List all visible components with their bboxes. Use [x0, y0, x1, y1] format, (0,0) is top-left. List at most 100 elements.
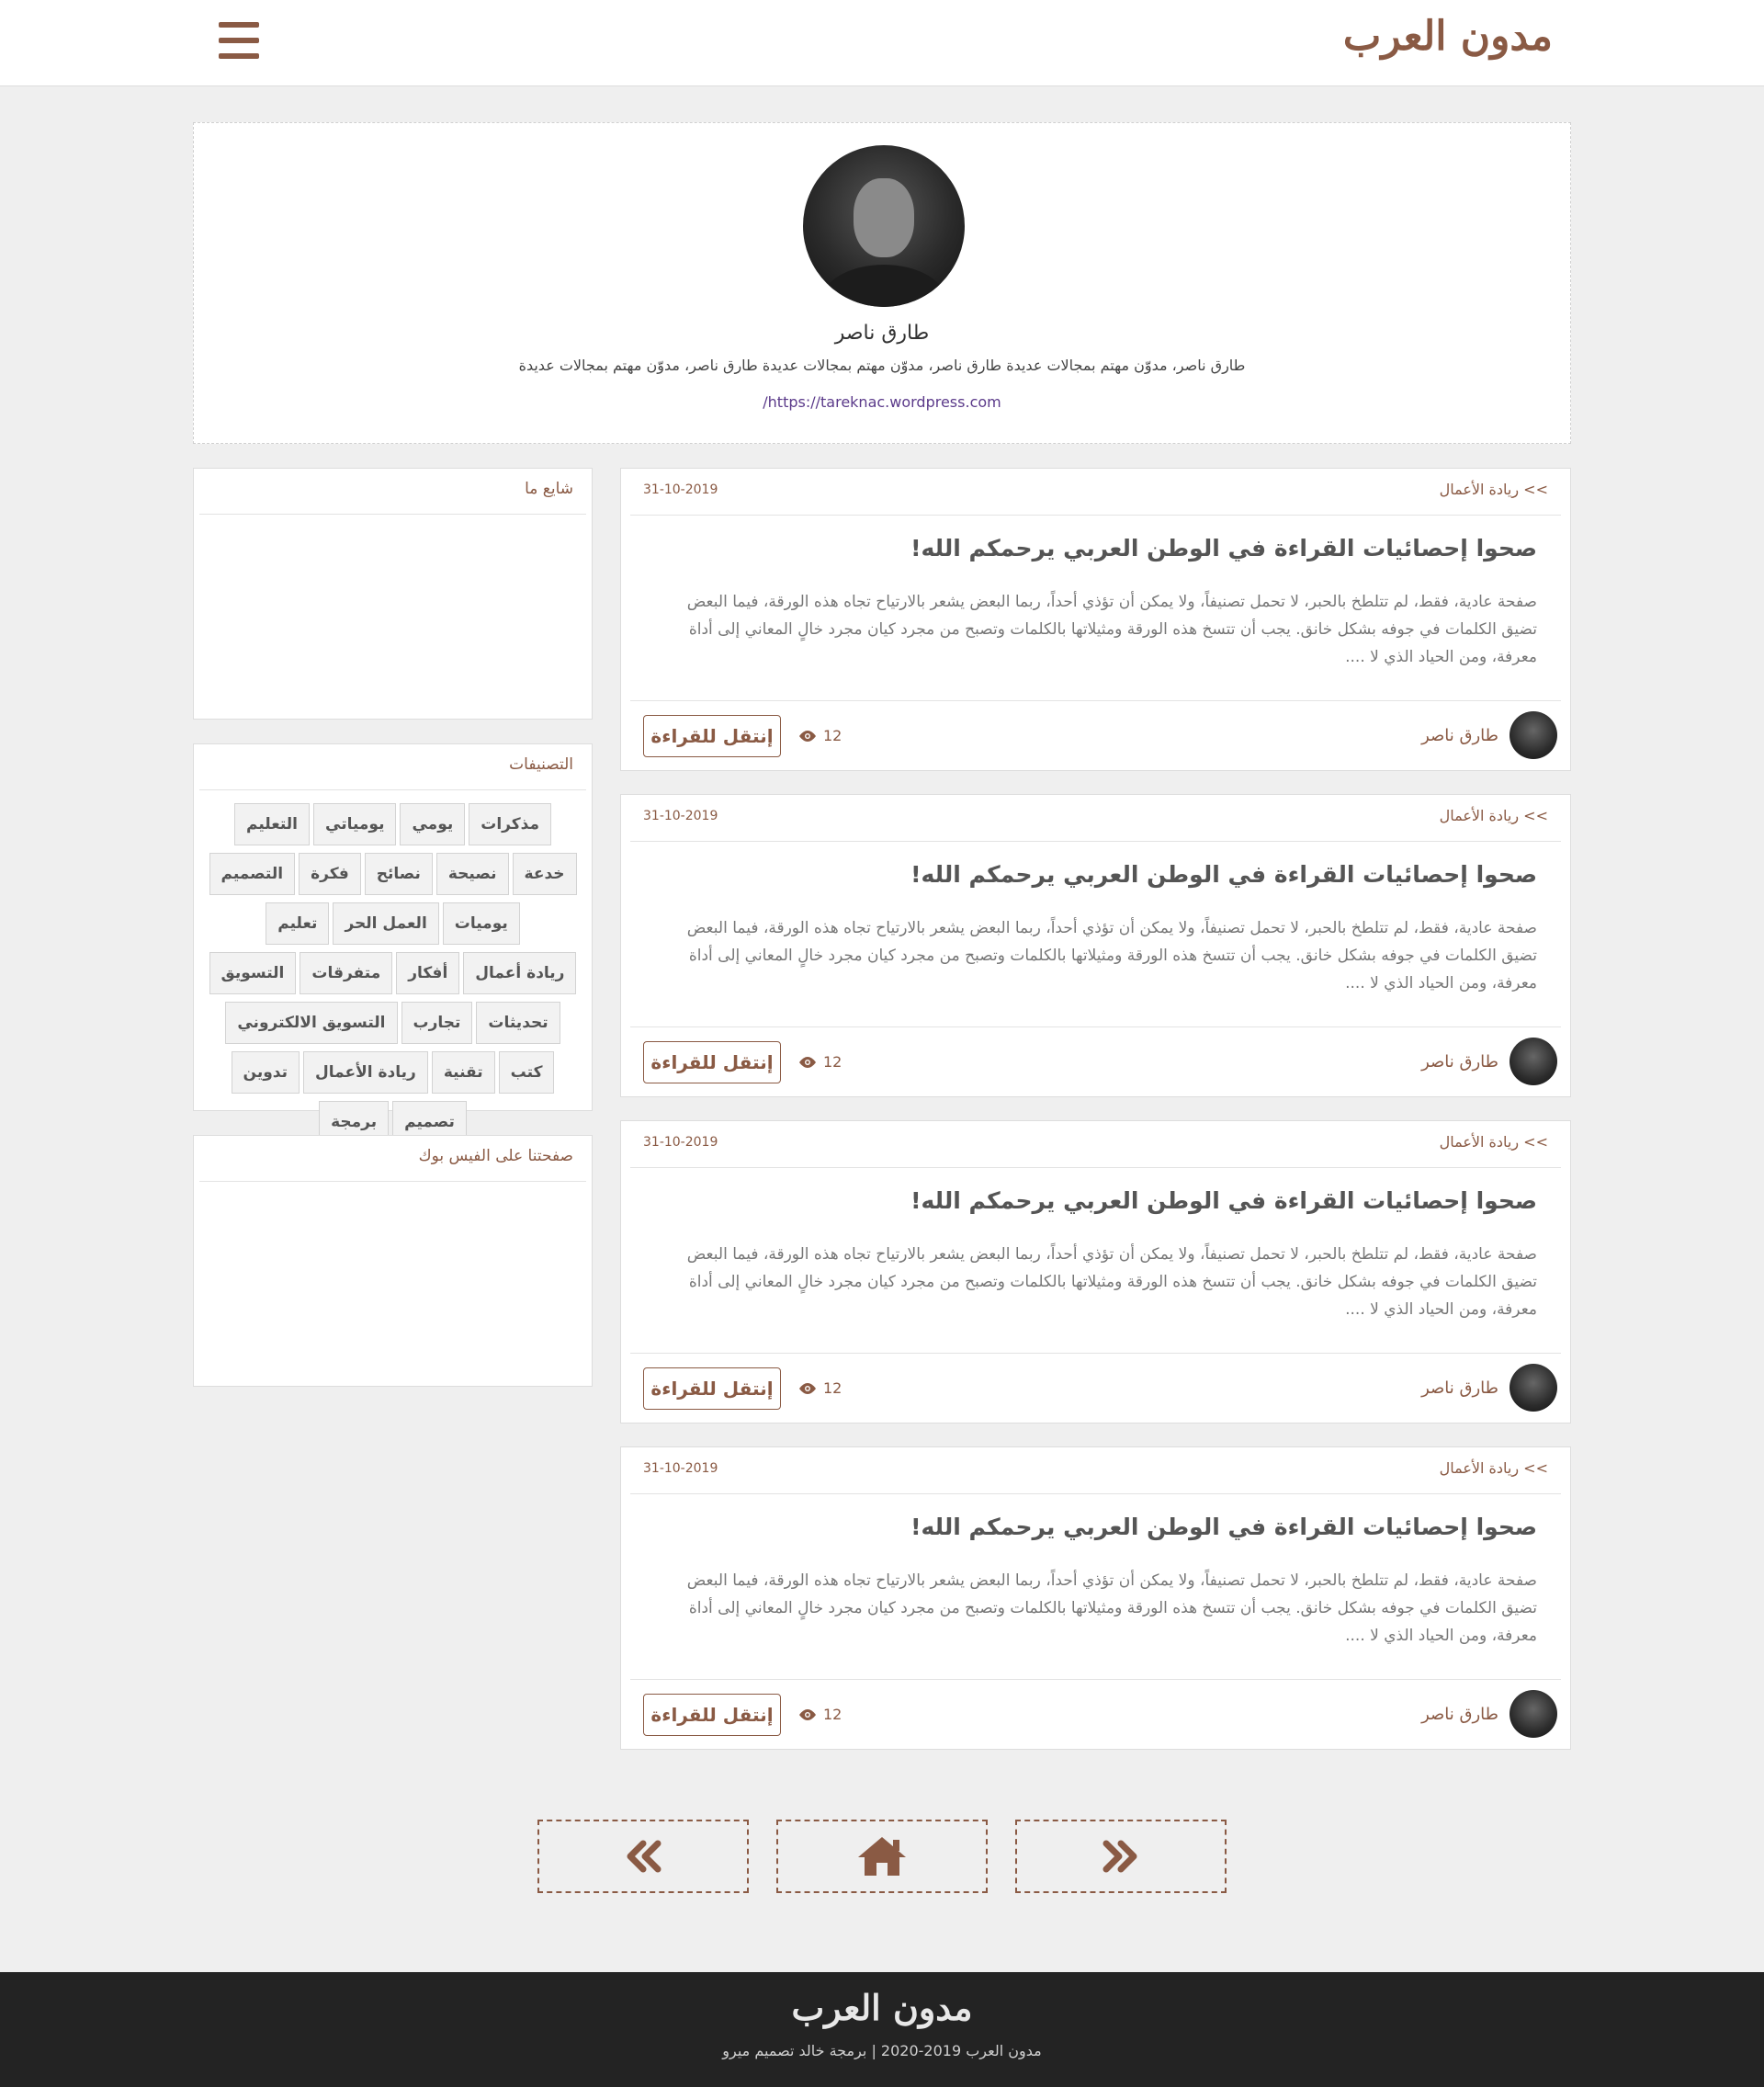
category-tag[interactable]: فكرة	[299, 853, 361, 895]
site-logo[interactable]: مدون العرب	[1343, 13, 1553, 60]
divider	[630, 700, 1561, 701]
post-excerpt: صفحة عادية، فقط، لم تتلطخ بالحبر، لا تحم…	[686, 593, 1537, 666]
category-tag[interactable]: نصيحة	[435, 853, 509, 895]
eye-icon	[799, 1382, 816, 1394]
menu-bar	[219, 22, 259, 28]
read-more-button[interactable]: إنتقل للقراءة	[643, 1041, 781, 1083]
category-tag[interactable]: التسويق	[209, 952, 297, 994]
divider	[630, 1353, 1561, 1354]
post-author-name[interactable]: طارق ناصر	[1421, 726, 1498, 745]
category-tag[interactable]: تحديثات	[476, 1002, 560, 1044]
author-website-link[interactable]: https://tareknac.wordpress.com/	[194, 393, 1570, 411]
post-views: 12	[797, 1706, 842, 1723]
category-tag[interactable]: تجارب	[401, 1002, 473, 1044]
post-excerpt: صفحة عادية، فقط، لم تتلطخ بالحبر، لا تحم…	[686, 1245, 1537, 1319]
read-more-button[interactable]: إنتقل للقراءة	[643, 715, 781, 757]
category-tag[interactable]: يومي	[400, 803, 466, 845]
post-card: >> ريادة الأعمال 31-10-2019 صحوا إحصائيا…	[620, 468, 1571, 771]
post-category-link[interactable]: >> ريادة الأعمال	[1440, 1459, 1548, 1477]
widget-title: شايع ما	[525, 480, 573, 498]
site-footer: مدون العرب مدون العرب 2019-2020 | برمجة …	[0, 1972, 1764, 2087]
post-date: 31-10-2019	[643, 1135, 718, 1150]
post-category-link[interactable]: >> ريادة الأعمال	[1440, 807, 1548, 824]
avatar-face	[854, 178, 914, 257]
post-author-name[interactable]: طارق ناصر	[1421, 1378, 1498, 1398]
post-title[interactable]: صحوا إحصائيات القراءة في الوطن العربي ير…	[910, 861, 1537, 888]
widget-facebook: صفحتنا على الفيس بوك	[193, 1135, 593, 1387]
category-tag[interactable]: التصميم	[209, 853, 296, 895]
eye-icon	[799, 730, 816, 742]
post-category-link[interactable]: >> ريادة الأعمال	[1440, 1133, 1548, 1151]
post-card: >> ريادة الأعمال 31-10-2019 صحوا إحصائيا…	[620, 1446, 1571, 1750]
post-card: >> ريادة الأعمال 31-10-2019 صحوا إحصائيا…	[620, 1120, 1571, 1423]
category-tag[interactable]: تدوين	[231, 1051, 300, 1094]
post-views: 12	[797, 727, 842, 744]
post-meta-bar: >> ريادة الأعمال 31-10-2019	[630, 469, 1561, 516]
views-count: 12	[823, 1706, 842, 1723]
category-tag[interactable]: العمل الحر	[333, 902, 439, 945]
post-date: 31-10-2019	[643, 809, 718, 823]
footer-copyright: مدون العرب 2019-2020 | برمجة خالد تصميم …	[722, 2042, 1042, 2059]
post-date: 31-10-2019	[643, 1461, 718, 1476]
divider	[630, 1026, 1561, 1027]
category-tag[interactable]: نصائح	[364, 853, 433, 895]
category-tag[interactable]: متفرقات	[300, 952, 393, 994]
post-excerpt: صفحة عادية، فقط، لم تتلطخ بالحبر، لا تحم…	[686, 919, 1537, 992]
category-tag[interactable]: مذكرات	[469, 803, 551, 845]
category-tag[interactable]: ريادة أعمال	[463, 952, 577, 994]
prev-page-button[interactable]	[537, 1820, 749, 1893]
widget-popular: شايع ما	[193, 468, 593, 720]
category-tag[interactable]: يومياتي	[313, 803, 397, 845]
category-tag[interactable]: أفكار	[396, 952, 460, 994]
author-avatar	[803, 145, 965, 307]
author-avatar-small	[1510, 1364, 1557, 1412]
category-tag[interactable]: تقنية	[431, 1051, 495, 1094]
next-page-button[interactable]	[1015, 1820, 1227, 1893]
widget-title: التصنيفات	[509, 755, 573, 774]
widget-header: التصنيفات	[199, 744, 586, 790]
post-author-name[interactable]: طارق ناصر	[1421, 1052, 1498, 1072]
category-tag[interactable]: التعليم	[234, 803, 310, 845]
views-count: 12	[823, 1053, 842, 1071]
divider	[630, 1679, 1561, 1680]
eye-icon	[799, 1056, 816, 1068]
category-tag[interactable]: ريادة الأعمال	[302, 1051, 428, 1094]
category-tag[interactable]: التسويق الالكتروني	[225, 1002, 398, 1044]
hamburger-menu-icon[interactable]	[219, 22, 259, 59]
author-profile-card: طارق ناصر طارق ناصر، مدوّن مهتم بمجالات …	[193, 122, 1571, 444]
author-name: طارق ناصر	[834, 322, 930, 345]
menu-bar	[219, 53, 259, 59]
widget-categories: التصنيفات مذكرات يومي يومياتي التعليم خدعة نص…	[193, 743, 593, 1143]
author-bio: طارق ناصر، مدوّن مهتم بمجالات عديدة طارق…	[518, 357, 1246, 374]
widget-title: صفحتنا على الفيس بوك	[418, 1147, 573, 1165]
post-author-name[interactable]: طارق ناصر	[1421, 1705, 1498, 1724]
site-header: مدون العرب	[0, 0, 1764, 86]
post-title[interactable]: صحوا إحصائيات القراءة في الوطن العربي ير…	[910, 1187, 1537, 1214]
post-title[interactable]: صحوا إحصائيات القراءة في الوطن العربي ير…	[910, 535, 1537, 561]
post-meta-bar: >> ريادة الأعمال 31-10-2019	[630, 1447, 1561, 1494]
post-title[interactable]: صحوا إحصائيات القراءة في الوطن العربي ير…	[910, 1514, 1537, 1540]
category-tag[interactable]: كتب	[498, 1051, 555, 1094]
category-tag[interactable]: تعليم	[266, 902, 330, 945]
double-chevron-right-icon	[1102, 1840, 1137, 1873]
read-more-button[interactable]: إنتقل للقراءة	[643, 1367, 781, 1410]
category-tag[interactable]: خدعة	[512, 853, 577, 895]
views-count: 12	[823, 1379, 842, 1397]
double-chevron-left-icon	[627, 1840, 662, 1873]
read-more-button[interactable]: إنتقل للقراءة	[643, 1694, 781, 1736]
home-page-button[interactable]	[776, 1820, 988, 1893]
avatar-shoulders	[821, 265, 946, 307]
post-views: 12	[797, 1379, 842, 1397]
author-avatar-small	[1510, 1038, 1557, 1085]
author-avatar-small	[1510, 711, 1557, 759]
category-tag-list: مذكرات يومي يومياتي التعليم خدعة نصيحة نصائح فك…	[209, 803, 577, 1143]
widget-header: شايع ما	[199, 469, 586, 515]
author-avatar-small	[1510, 1690, 1557, 1738]
widget-header: صفحتنا على الفيس بوك	[199, 1136, 586, 1182]
post-category-link[interactable]: >> ريادة الأعمال	[1440, 481, 1548, 498]
post-meta-bar: >> ريادة الأعمال 31-10-2019	[630, 795, 1561, 842]
post-date: 31-10-2019	[643, 482, 718, 497]
post-excerpt: صفحة عادية، فقط، لم تتلطخ بالحبر، لا تحم…	[686, 1571, 1537, 1645]
category-tag[interactable]: يوميات	[442, 902, 520, 945]
footer-logo[interactable]: مدون العرب	[0, 1987, 1764, 2028]
